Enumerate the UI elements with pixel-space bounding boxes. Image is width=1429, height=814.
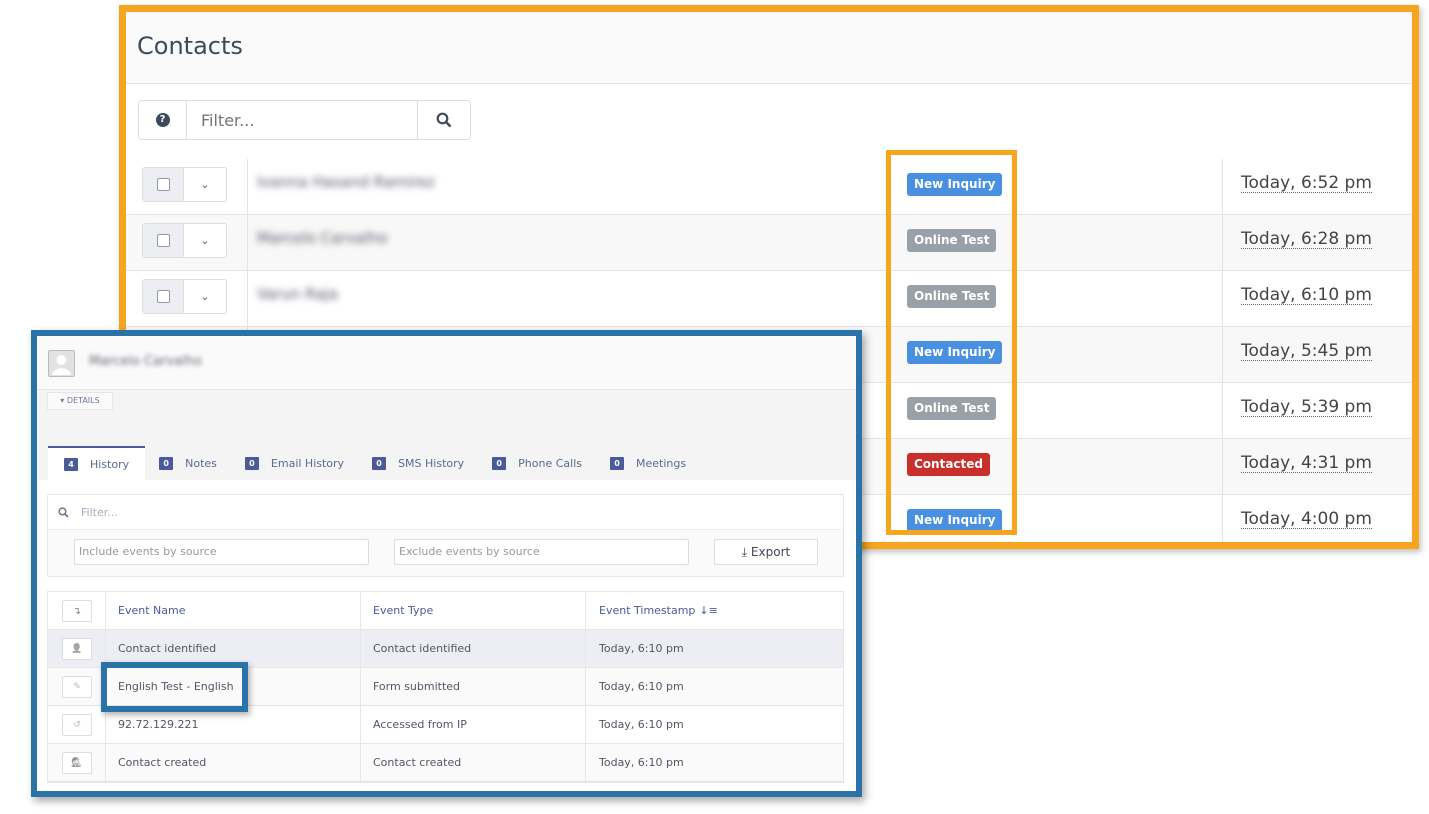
expand-all-button[interactable]: ↴ bbox=[62, 600, 92, 622]
tab-count: 4 bbox=[64, 457, 78, 471]
event-type: Accessed from IP bbox=[373, 718, 467, 731]
contact-name[interactable]: Marcelo Carvalho bbox=[257, 229, 387, 247]
filter-input[interactable] bbox=[187, 101, 417, 139]
row-select-group: ⌄ bbox=[142, 223, 227, 258]
contacts-header: Contacts bbox=[126, 12, 1412, 84]
row-select-group: ⌄ bbox=[142, 167, 227, 202]
event-type: Contact created bbox=[373, 756, 462, 769]
tab-history[interactable]: 4 History bbox=[48, 446, 146, 480]
tab-bar: 4 History 0 Notes 0 Email History 0 SMS History… bbox=[48, 446, 700, 480]
download-icon: ⤓ bbox=[741, 545, 751, 559]
export-label: Export bbox=[750, 545, 791, 559]
detail-header: Marcelo Carvalho bbox=[37, 336, 856, 390]
event-timestamp: Today, 6:10 pm bbox=[599, 642, 684, 655]
event-highlight-box bbox=[101, 662, 248, 712]
contact-timestamp: Today, 6:10 pm bbox=[1241, 285, 1372, 305]
contact-row[interactable]: ⌄ Varun Raja Online Test Today, 6:10 pm bbox=[126, 271, 1412, 327]
tab-label: Meetings bbox=[636, 456, 687, 470]
col-event-type[interactable]: Event Type bbox=[373, 592, 433, 629]
chevron-down-icon: ⌄ bbox=[200, 178, 210, 191]
sort-desc-icon: ↓≡ bbox=[699, 604, 718, 617]
tab-sms-history[interactable]: 0 SMS History bbox=[358, 446, 478, 480]
event-filter-box: Filter... Include events by source Exclu… bbox=[47, 494, 844, 577]
column-divider bbox=[1222, 159, 1223, 542]
user-icon: 👤 bbox=[71, 644, 83, 654]
help-button[interactable]: ? bbox=[139, 101, 187, 139]
tab-count: 0 bbox=[244, 456, 259, 470]
tab-label: History bbox=[90, 457, 130, 471]
col-event-timestamp-label: Event Timestamp bbox=[599, 604, 696, 617]
contact-timestamp: Today, 6:28 pm bbox=[1241, 229, 1372, 249]
row-actions-dropdown[interactable]: ⌄ bbox=[184, 224, 226, 257]
tab-count: 0 bbox=[610, 456, 625, 470]
row-actions-dropdown[interactable]: ⌄ bbox=[184, 168, 226, 201]
tab-count: 0 bbox=[159, 456, 174, 470]
search-button[interactable] bbox=[417, 101, 470, 139]
contact-name[interactable]: Varun Raja bbox=[257, 285, 338, 303]
contact-name: Marcelo Carvalho bbox=[89, 354, 202, 369]
page-title: Contacts bbox=[137, 32, 243, 60]
event-name: Contact created bbox=[118, 756, 207, 769]
event-timestamp: Today, 6:10 pm bbox=[599, 718, 684, 731]
column-divider bbox=[360, 592, 361, 782]
row-actions-dropdown[interactable]: ⌄ bbox=[184, 280, 226, 313]
tab-count: 0 bbox=[492, 456, 507, 470]
tab-label: Notes bbox=[185, 456, 217, 470]
status-highlight-box bbox=[886, 150, 1017, 535]
contact-detail-panel: Marcelo Carvalho ▾ DETAILS 4 History 0 Note… bbox=[31, 330, 862, 797]
tab-count: 0 bbox=[372, 456, 387, 470]
contact-timestamp: Today, 5:39 pm bbox=[1241, 397, 1372, 417]
row-checkbox[interactable] bbox=[143, 224, 184, 257]
contact-row[interactable]: ⌄ Ivanna Hasand Ramirez New Inquiry Toda… bbox=[126, 159, 1412, 215]
exclude-source-input[interactable]: Exclude events by source bbox=[394, 539, 689, 565]
event-type: Form submitted bbox=[373, 680, 461, 693]
chevron-down-icon: ⌄ bbox=[200, 234, 210, 247]
event-icon-button[interactable]: 👤 bbox=[62, 638, 92, 660]
export-button[interactable]: ⤓ Export bbox=[714, 539, 818, 565]
contact-name[interactable]: Ivanna Hasand Ramirez bbox=[257, 173, 435, 191]
event-icon-button[interactable]: 🕵 bbox=[62, 752, 92, 774]
contact-timestamp: Today, 5:45 pm bbox=[1241, 341, 1372, 361]
details-toggle[interactable]: ▾ DETAILS bbox=[47, 392, 113, 410]
question-circle-icon: ? bbox=[155, 113, 170, 127]
event-timestamp: Today, 6:10 pm bbox=[599, 680, 684, 693]
event-icon-button[interactable]: ✎ bbox=[62, 676, 92, 698]
table-header: ↴ Event Name Event Type Event Timestamp ↓… bbox=[48, 592, 843, 630]
tab-email-history[interactable]: 0 Email History bbox=[231, 446, 358, 480]
event-icon-button[interactable]: ↺ bbox=[62, 714, 92, 736]
contact-timestamp: Today, 4:31 pm bbox=[1241, 453, 1372, 473]
tab-meetings[interactable]: 0 Meetings bbox=[596, 446, 700, 480]
col-event-name[interactable]: Event Name bbox=[118, 592, 185, 629]
contact-row[interactable]: ⌄ Marcelo Carvalho Online Test Today, 6:… bbox=[126, 215, 1412, 271]
include-source-input[interactable]: Include events by source bbox=[74, 539, 369, 565]
arrow-down-icon: ↴ bbox=[72, 605, 82, 617]
user-secret-icon: 🕵 bbox=[71, 758, 83, 768]
event-type: Contact identified bbox=[373, 642, 472, 655]
edit-icon: ✎ bbox=[73, 682, 81, 692]
history-icon: ↺ bbox=[73, 720, 81, 730]
filter-group: ? bbox=[138, 100, 471, 140]
contact-timestamp: Today, 6:52 pm bbox=[1241, 173, 1372, 193]
tab-phone-calls[interactable]: 0 Phone Calls bbox=[478, 446, 596, 480]
tab-label: Phone Calls bbox=[518, 456, 583, 470]
avatar bbox=[48, 350, 75, 377]
row-select-group: ⌄ bbox=[142, 279, 227, 314]
event-row[interactable]: 🕵 Contact created Contact created Today,… bbox=[48, 744, 843, 782]
tab-label: Email History bbox=[270, 456, 345, 470]
search-icon bbox=[58, 506, 69, 518]
contact-timestamp: Today, 4:00 pm bbox=[1241, 509, 1372, 529]
tab-label: SMS History bbox=[398, 456, 465, 470]
search-icon bbox=[436, 112, 452, 128]
chevron-down-icon: ⌄ bbox=[200, 290, 210, 303]
col-event-timestamp[interactable]: Event Timestamp ↓≡ bbox=[599, 592, 718, 629]
row-checkbox[interactable] bbox=[143, 168, 184, 201]
event-filter-input[interactable]: Filter... bbox=[81, 506, 118, 519]
details-label: DETAILS bbox=[66, 396, 100, 405]
column-divider bbox=[585, 592, 586, 782]
user-avatar-icon bbox=[52, 355, 71, 375]
event-timestamp: Today, 6:10 pm bbox=[599, 756, 684, 769]
row-checkbox[interactable] bbox=[143, 280, 184, 313]
tab-notes[interactable]: 0 Notes bbox=[145, 446, 231, 480]
